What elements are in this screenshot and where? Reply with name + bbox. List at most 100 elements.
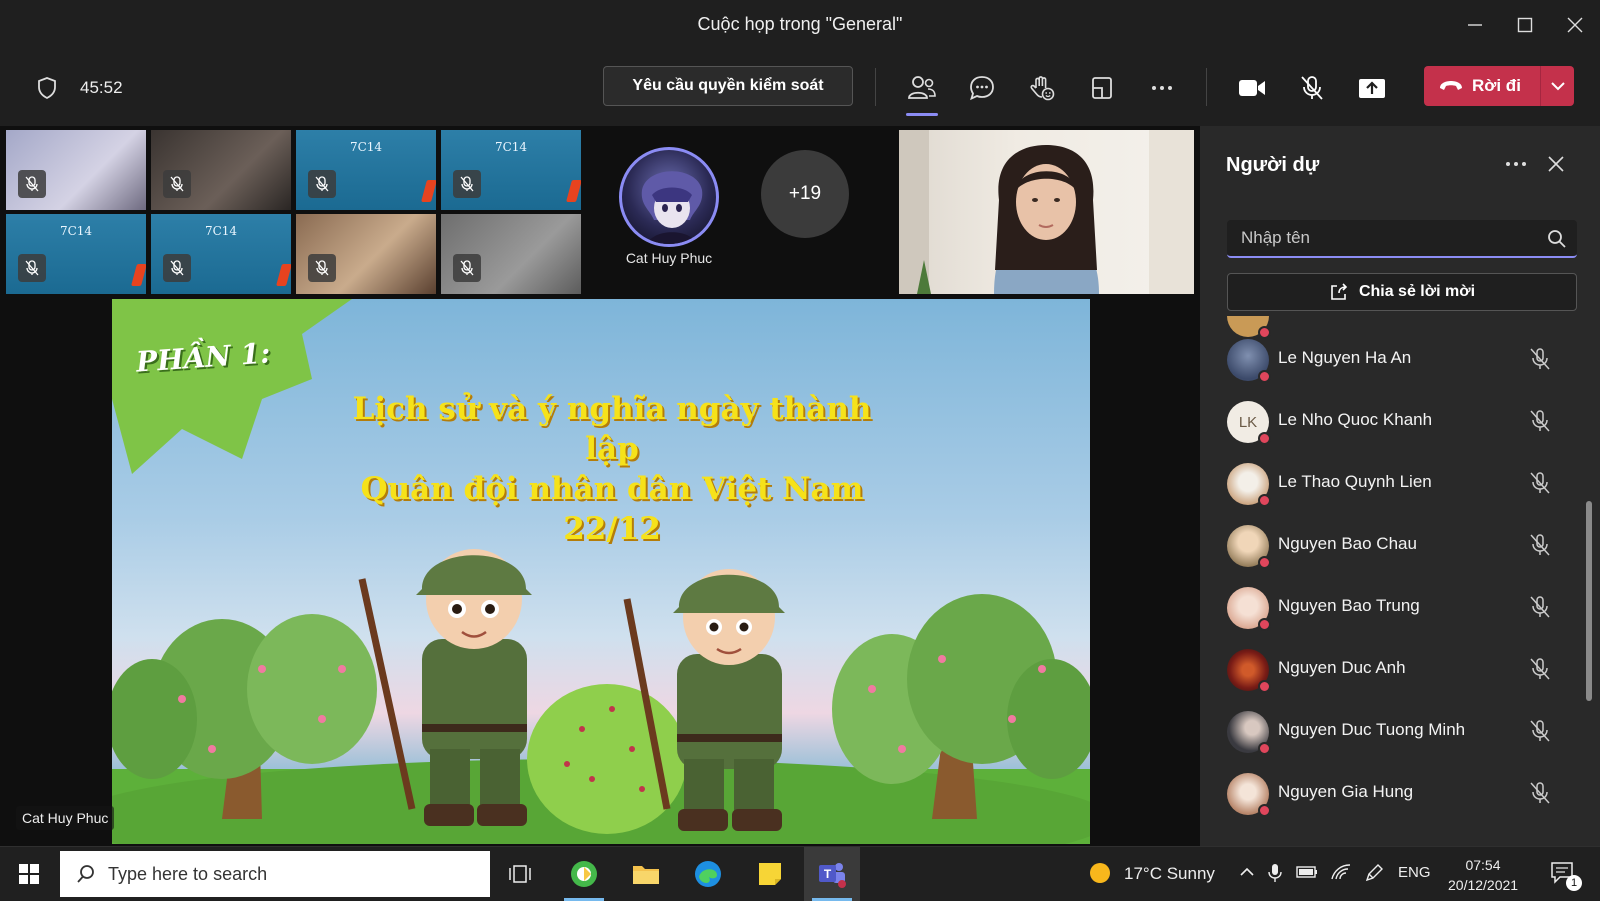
request-control-button[interactable]: Yêu cầu quyền kiểm soát <box>603 66 853 106</box>
participant-video-tile[interactable]: 7C14 <box>441 130 581 210</box>
mute-button[interactable] <box>1294 70 1330 106</box>
decoration <box>276 264 291 286</box>
search-icon[interactable] <box>1547 229 1567 249</box>
ellipsis-icon <box>1506 162 1526 166</box>
muted-mic-icon <box>308 254 336 282</box>
task-view-button[interactable] <box>492 847 548 901</box>
mic-off-icon <box>1530 596 1550 618</box>
share-tray-icon <box>1359 79 1385 98</box>
participant-name: Le Nguyen Ha An <box>1278 348 1412 367</box>
participant-video-tile[interactable]: 7C14 <box>151 214 291 294</box>
microphone-tray-icon[interactable] <box>1268 863 1282 883</box>
slide-illustration <box>112 299 1090 844</box>
participants-button[interactable] <box>904 70 940 116</box>
taskbar-app-greenapp[interactable] <box>556 847 612 901</box>
muted-mic-icon <box>163 254 191 282</box>
participant-row[interactable]: Nguyen Duc Anh <box>1200 638 1580 700</box>
more-actions-button[interactable] <box>1144 70 1180 106</box>
svg-text:T: T <box>824 867 832 881</box>
mic-off-icon <box>1530 658 1550 680</box>
leave-main-button[interactable]: Rời đi <box>1424 66 1540 106</box>
participant-avatar <box>1227 649 1271 693</box>
chevron-down-icon <box>1550 82 1565 91</box>
participant-row[interactable]: LK Le Nho Quoc Khanh <box>1200 390 1580 452</box>
participant-avatar[interactable] <box>619 147 719 247</box>
muted-mic-icon <box>453 254 481 282</box>
participant-row[interactable]: Le Nguyen Ha An <box>1200 328 1580 390</box>
language-indicator[interactable]: ENG <box>1398 864 1431 881</box>
meeting-toolbar: 45:52 Yêu cầu quyền kiểm soát Rời đi <box>0 50 1600 126</box>
participant-name: Nguyen Duc Anh <box>1278 658 1406 677</box>
participant-avatar: LK <box>1227 401 1271 445</box>
participant-video-tile[interactable] <box>6 130 146 210</box>
view-button[interactable] <box>1084 70 1120 106</box>
participant-avatar <box>1227 773 1271 817</box>
mic-off-icon <box>1530 410 1550 432</box>
battery-icon[interactable] <box>1296 865 1318 879</box>
status-badge <box>1258 432 1271 445</box>
participant-row[interactable]: Le Thao Quynh Lien <box>1200 452 1580 514</box>
participant-list-scrollbar[interactable] <box>1586 501 1592 701</box>
panel-more-button[interactable] <box>1500 148 1532 180</box>
participant-row[interactable]: Nguyen Bao Trung <box>1200 576 1580 638</box>
minimize-button[interactable] <box>1460 10 1490 40</box>
participant-video-tile[interactable]: 7C14 <box>6 214 146 294</box>
taskbar-search-box[interactable]: Type here to search <box>60 851 490 897</box>
taskbar-app-teams[interactable]: T <box>804 847 860 901</box>
muted-mic-icon <box>453 170 481 198</box>
participant-video-tile[interactable] <box>151 130 291 210</box>
participant-search-input[interactable] <box>1227 220 1577 256</box>
close-icon <box>1567 17 1583 33</box>
weather-text[interactable]: 17°C Sunny <box>1124 864 1215 884</box>
participant-name: Nguyen Duc Tuong Minh <box>1278 720 1466 739</box>
share-invite-label: Chia sẻ lời mời <box>1358 283 1476 300</box>
sticky-notes-icon <box>759 863 781 885</box>
hang-up-icon <box>1440 81 1462 90</box>
leave-options-dropdown[interactable] <box>1541 66 1574 106</box>
close-window-button[interactable] <box>1560 10 1590 40</box>
wifi-icon[interactable] <box>1330 863 1352 881</box>
ellipsis-icon <box>1152 86 1172 90</box>
teams-icon: T <box>819 863 846 888</box>
participant-search[interactable] <box>1227 220 1577 258</box>
task-view-icon <box>509 865 531 883</box>
taskbar-app-sticky-notes[interactable] <box>742 847 798 901</box>
notification-center-button[interactable]: 1 <box>1546 857 1586 891</box>
more-participants-count[interactable]: +19 <box>761 150 849 238</box>
participant-list: Le Nguyen Ha An LK Le Nho Quoc Khanh Le … <box>1200 316 1600 846</box>
start-button[interactable] <box>0 847 58 901</box>
camera-icon <box>1239 80 1265 96</box>
panel-close-button[interactable] <box>1540 148 1572 180</box>
taskbar-app-file-explorer[interactable] <box>618 847 674 901</box>
clock-date: 20/12/2021 <box>1448 877 1519 893</box>
system-clock[interactable]: 07:54 20/12/2021 <box>1448 855 1518 895</box>
reactions-button[interactable] <box>1024 70 1060 106</box>
participant-video-feed[interactable] <box>899 130 1194 294</box>
chat-icon <box>970 76 994 101</box>
shared-slide: PHẦN 1: Lịch sử và ý nghĩa ngày thành lậ… <box>112 299 1090 844</box>
camera-button[interactable] <box>1234 70 1270 106</box>
pen-icon[interactable] <box>1364 863 1384 883</box>
participant-video-tile[interactable] <box>441 214 581 294</box>
participant-row[interactable]: Nguyen Duc Tuong Minh <box>1200 700 1580 762</box>
share-invite-button[interactable]: Chia sẻ lời mời <box>1227 273 1577 311</box>
participant-video-tile[interactable]: 7C14 <box>296 130 436 210</box>
maximize-button[interactable] <box>1510 10 1540 40</box>
taskbar-app-edge[interactable] <box>680 847 736 901</box>
mic-off-icon <box>1530 720 1550 742</box>
leave-button[interactable]: Rời đi <box>1424 66 1574 106</box>
taskbar-search-placeholder: Type here to search <box>108 863 268 884</box>
window-title: Cuộc họp trong "General" <box>697 14 903 34</box>
participant-row[interactable]: Nguyen Gia Hung <box>1200 762 1580 824</box>
panel-title: Người dự <box>1226 154 1320 176</box>
status-badge <box>1258 618 1271 631</box>
leave-label: Rời đi <box>1472 76 1521 95</box>
avatar-name: Cat Huy Phuc <box>625 250 713 266</box>
slide-title-line1: Lịch sử và ý nghĩa ngày thành lập <box>352 391 872 467</box>
participant-video-tile[interactable] <box>296 214 436 294</box>
share-content-button[interactable] <box>1354 70 1390 106</box>
participant-row[interactable]: Nguyen Bao Chau <box>1200 514 1580 576</box>
chat-button[interactable] <box>964 70 1000 106</box>
chevron-up-icon[interactable] <box>1240 867 1254 877</box>
thumb-caption: 7C14 <box>494 140 528 154</box>
